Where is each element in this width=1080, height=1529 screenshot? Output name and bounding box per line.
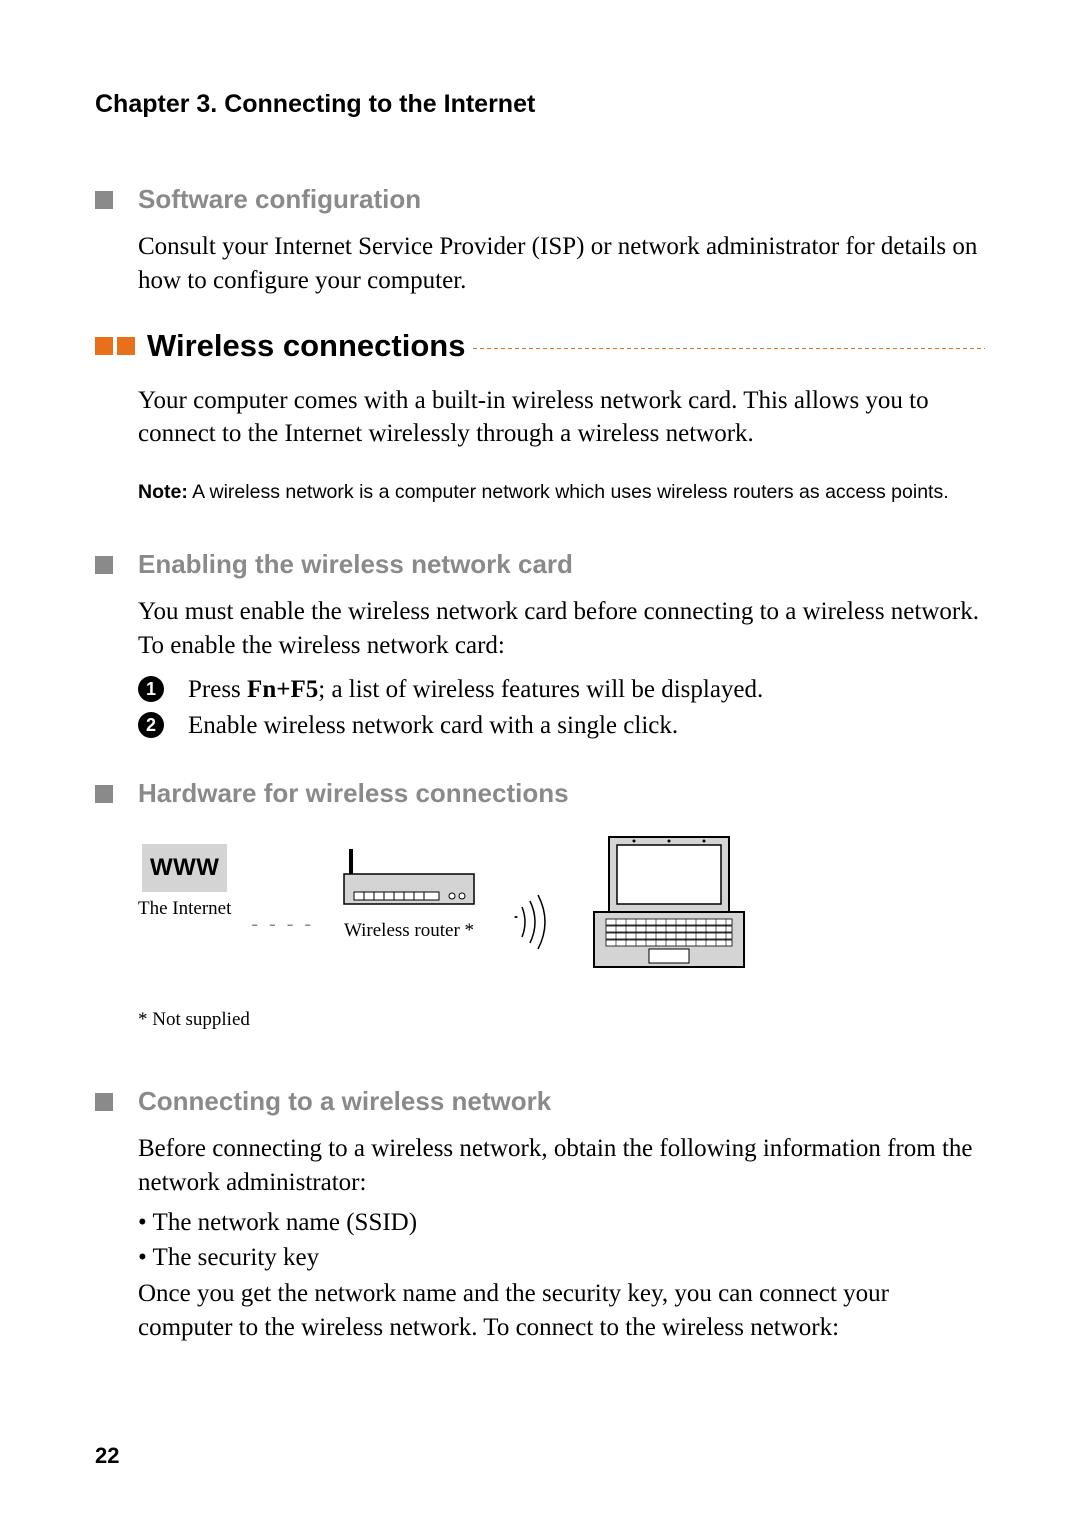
diagram-internet: WWW The Internet xyxy=(138,844,231,920)
step-text: Enable wireless network card with a sing… xyxy=(188,708,678,743)
section-hardware: Hardware for wireless connections xyxy=(95,778,985,809)
main-heading-wireless: Wireless connections xyxy=(95,328,985,364)
laptop-icon xyxy=(584,829,754,979)
page-number: 22 xyxy=(95,1443,119,1469)
heading-rule-icon xyxy=(473,348,985,349)
heading-bullet-icon xyxy=(95,337,113,355)
bullet-item: • The security key xyxy=(138,1240,985,1275)
section-bullet-icon xyxy=(95,191,113,209)
heading-bullet-icon xyxy=(117,337,135,355)
step-number-icon: 2 xyxy=(138,712,164,738)
body-text: Consult your Internet Service Provider (… xyxy=(138,230,985,298)
step-text: Press Fn+F5; a list of wireless features… xyxy=(188,672,763,707)
section-title: Software configuration xyxy=(138,184,421,215)
router-icon xyxy=(334,844,484,914)
chapter-title: Chapter 3. Connecting to the Internet xyxy=(95,90,985,119)
section-title: Enabling the wireless network card xyxy=(138,549,573,580)
body-text: Before connecting to a wireless network,… xyxy=(138,1132,985,1200)
step-2: 2 Enable wireless network card with a si… xyxy=(138,707,985,743)
note-label: Note: xyxy=(138,481,188,503)
diagram-router: Wireless router * xyxy=(334,844,484,942)
diagram-laptop xyxy=(584,829,754,979)
body-text: You must enable the wireless network car… xyxy=(138,595,985,663)
body-text: Your computer comes with a built-in wire… xyxy=(138,384,985,452)
section-bullet-icon xyxy=(95,556,113,574)
section-software-config: Software configuration xyxy=(95,184,985,215)
footnote: * Not supplied xyxy=(138,1009,985,1031)
section-title: Connecting to a wireless network xyxy=(138,1086,551,1117)
bullet-item: • The network name (SSID) xyxy=(138,1205,985,1240)
caption: The Internet xyxy=(138,898,231,920)
section-connecting: Connecting to a wireless network xyxy=(95,1086,985,1117)
connection-dashes-icon: - - - - xyxy=(251,913,314,936)
www-icon: WWW xyxy=(142,844,227,892)
caption: Wireless router * xyxy=(344,920,474,942)
section-bullet-icon xyxy=(95,1093,113,1111)
section-title: Hardware for wireless connections xyxy=(138,778,569,809)
section-bullet-icon xyxy=(95,785,113,803)
section-enabling: Enabling the wireless network card xyxy=(95,549,985,580)
note: Note: A wireless network is a computer n… xyxy=(138,481,985,504)
hardware-diagram: WWW The Internet - - - - Wireless router… xyxy=(138,844,985,979)
body-text: Once you get the network name and the se… xyxy=(138,1277,985,1345)
step-1: 1 Press Fn+F5; a list of wireless featur… xyxy=(138,671,985,707)
step-number-icon: 1 xyxy=(138,676,164,702)
note-text: A wireless network is a computer network… xyxy=(188,481,949,503)
wireless-signal-icon xyxy=(504,887,564,957)
main-heading-text: Wireless connections xyxy=(147,328,465,364)
